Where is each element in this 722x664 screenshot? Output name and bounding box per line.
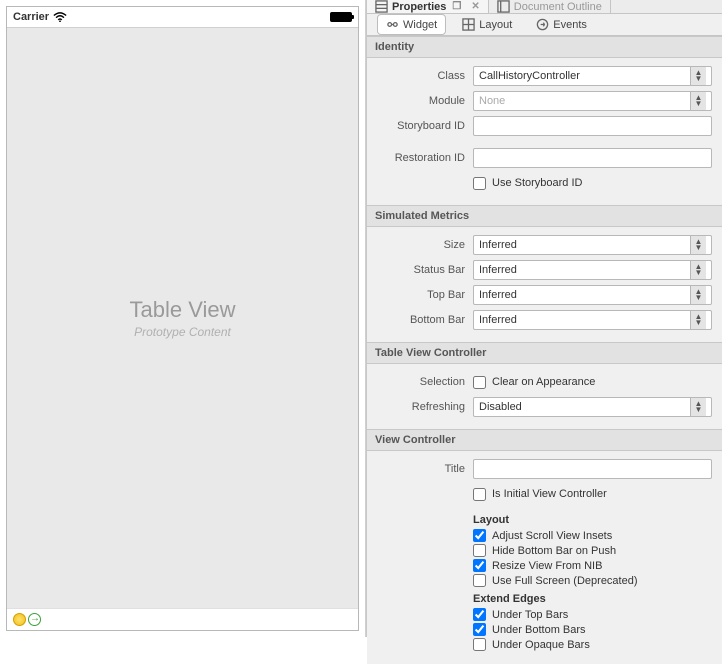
is-initial-label: Is Initial View Controller bbox=[492, 488, 607, 500]
tab-properties[interactable]: Properties ❐ ✕ bbox=[367, 0, 489, 13]
size-select[interactable]: Inferred ▲▼ bbox=[473, 235, 712, 255]
use-storyboard-id-label: Use Storyboard ID bbox=[492, 177, 582, 189]
events-icon bbox=[536, 18, 549, 31]
first-responder-icon[interactable] bbox=[13, 613, 26, 626]
selection-label: Selection bbox=[377, 376, 473, 388]
subtab-events-label: Events bbox=[553, 19, 587, 31]
under-bottom-checkbox[interactable] bbox=[473, 623, 486, 636]
class-label: Class bbox=[377, 70, 473, 82]
statusbar-label: Status Bar bbox=[377, 264, 473, 276]
bottombar-select[interactable]: Inferred ▲▼ bbox=[473, 310, 712, 330]
wifi-icon bbox=[53, 12, 67, 23]
clear-on-appearance-checkbox[interactable] bbox=[473, 376, 486, 389]
section-tvc-header: Table View Controller bbox=[367, 342, 722, 364]
module-select[interactable]: None ▲▼ bbox=[473, 91, 712, 111]
topbar-label: Top Bar bbox=[377, 289, 473, 301]
subtab-widget[interactable]: Widget bbox=[377, 14, 446, 35]
under-opaque-label: Under Opaque Bars bbox=[492, 639, 590, 651]
size-value: Inferred bbox=[479, 239, 517, 251]
top-tab-bar: Properties ❐ ✕ Document Outline bbox=[367, 0, 722, 14]
refreshing-value: Disabled bbox=[479, 401, 522, 413]
table-view-placeholder[interactable]: Table View Prototype Content bbox=[7, 27, 358, 608]
chevron-updown-icon: ▲▼ bbox=[690, 398, 706, 416]
widget-icon bbox=[386, 18, 399, 31]
vc-title-label: Title bbox=[377, 463, 473, 475]
is-initial-checkbox[interactable] bbox=[473, 488, 486, 501]
close-icon[interactable]: ✕ bbox=[471, 1, 479, 12]
statusbar-value: Inferred bbox=[479, 264, 517, 276]
storyboard-id-input[interactable] bbox=[473, 116, 712, 136]
under-top-checkbox[interactable] bbox=[473, 608, 486, 621]
chevron-updown-icon: ▲▼ bbox=[690, 286, 706, 304]
refreshing-select[interactable]: Disabled ▲▼ bbox=[473, 397, 712, 417]
battery-icon bbox=[330, 12, 352, 22]
use-storyboard-id-checkbox[interactable] bbox=[473, 177, 486, 190]
full-screen-checkbox[interactable] bbox=[473, 574, 486, 587]
table-view-subtitle: Prototype Content bbox=[134, 325, 231, 339]
section-metrics: Size Inferred ▲▼ Status Bar Inferred ▲▼ To… bbox=[367, 227, 722, 342]
section-vc-header: View Controller bbox=[367, 429, 722, 451]
resize-nib-label: Resize View From NIB bbox=[492, 560, 602, 572]
layout-group-title: Layout bbox=[473, 514, 712, 526]
hide-bottom-label: Hide Bottom Bar on Push bbox=[492, 545, 616, 557]
under-opaque-checkbox[interactable] bbox=[473, 638, 486, 651]
tab-document-outline[interactable]: Document Outline bbox=[489, 0, 611, 13]
restoration-id-label: Restoration ID bbox=[377, 152, 473, 164]
adjust-insets-checkbox[interactable] bbox=[473, 529, 486, 542]
resize-nib-checkbox[interactable] bbox=[473, 559, 486, 572]
restoration-id-input[interactable] bbox=[473, 148, 712, 168]
module-placeholder: None bbox=[479, 95, 505, 107]
chevron-updown-icon: ▲▼ bbox=[690, 236, 706, 254]
carrier-label: Carrier bbox=[13, 11, 49, 23]
topbar-value: Inferred bbox=[479, 289, 517, 301]
hide-bottom-checkbox[interactable] bbox=[473, 544, 486, 557]
class-value: CallHistoryController bbox=[479, 70, 580, 82]
vc-title-input[interactable] bbox=[473, 459, 712, 479]
section-vc: Title Is Initial View Controller Layout … bbox=[367, 451, 722, 664]
bottombar-label: Bottom Bar bbox=[377, 314, 473, 326]
full-screen-label: Use Full Screen (Deprecated) bbox=[492, 575, 638, 587]
subtab-events[interactable]: Events bbox=[528, 15, 595, 34]
statusbar-select[interactable]: Inferred ▲▼ bbox=[473, 260, 712, 280]
table-view-title: Table View bbox=[130, 297, 236, 323]
layout-icon bbox=[462, 18, 475, 31]
status-bar: Carrier bbox=[7, 7, 358, 27]
chevron-updown-icon: ▲▼ bbox=[690, 67, 706, 85]
sub-tab-bar: Widget Layout Events bbox=[367, 14, 722, 36]
storyboard-id-label: Storyboard ID bbox=[377, 120, 473, 132]
clear-on-appearance-label: Clear on Appearance bbox=[492, 376, 595, 388]
tab-outline-label: Document Outline bbox=[514, 1, 602, 13]
module-label: Module bbox=[377, 95, 473, 107]
outline-icon bbox=[497, 0, 510, 13]
topbar-select[interactable]: Inferred ▲▼ bbox=[473, 285, 712, 305]
size-label: Size bbox=[377, 239, 473, 251]
refreshing-label: Refreshing bbox=[377, 401, 473, 413]
section-tvc: Selection Clear on Appearance Refreshing… bbox=[367, 364, 722, 429]
section-identity: Class CallHistoryController ▲▼ Module No… bbox=[367, 58, 722, 205]
scene-dock bbox=[7, 608, 358, 630]
device-frame: Carrier Table View Prototype Content bbox=[6, 6, 359, 631]
under-bottom-label: Under Bottom Bars bbox=[492, 624, 586, 636]
adjust-insets-label: Adjust Scroll View Insets bbox=[492, 530, 612, 542]
bottombar-value: Inferred bbox=[479, 314, 517, 326]
extend-edges-title: Extend Edges bbox=[473, 593, 712, 605]
subtab-layout-label: Layout bbox=[479, 19, 512, 31]
under-top-label: Under Top Bars bbox=[492, 609, 568, 621]
inspector-pane: Properties ❐ ✕ Document Outline Widget L… bbox=[366, 0, 722, 637]
section-metrics-header: Simulated Metrics bbox=[367, 205, 722, 227]
design-canvas: Carrier Table View Prototype Content bbox=[0, 0, 366, 637]
pin-icon[interactable]: ❐ bbox=[452, 1, 461, 12]
exit-icon[interactable] bbox=[28, 613, 41, 626]
chevron-updown-icon: ▲▼ bbox=[690, 261, 706, 279]
subtab-widget-label: Widget bbox=[403, 19, 437, 31]
tab-properties-label: Properties bbox=[392, 1, 446, 13]
subtab-layout[interactable]: Layout bbox=[454, 15, 520, 34]
section-identity-header: Identity bbox=[367, 36, 722, 58]
chevron-updown-icon: ▲▼ bbox=[690, 311, 706, 329]
properties-icon bbox=[375, 0, 388, 13]
class-select[interactable]: CallHistoryController ▲▼ bbox=[473, 66, 712, 86]
chevron-updown-icon: ▲▼ bbox=[690, 92, 706, 110]
